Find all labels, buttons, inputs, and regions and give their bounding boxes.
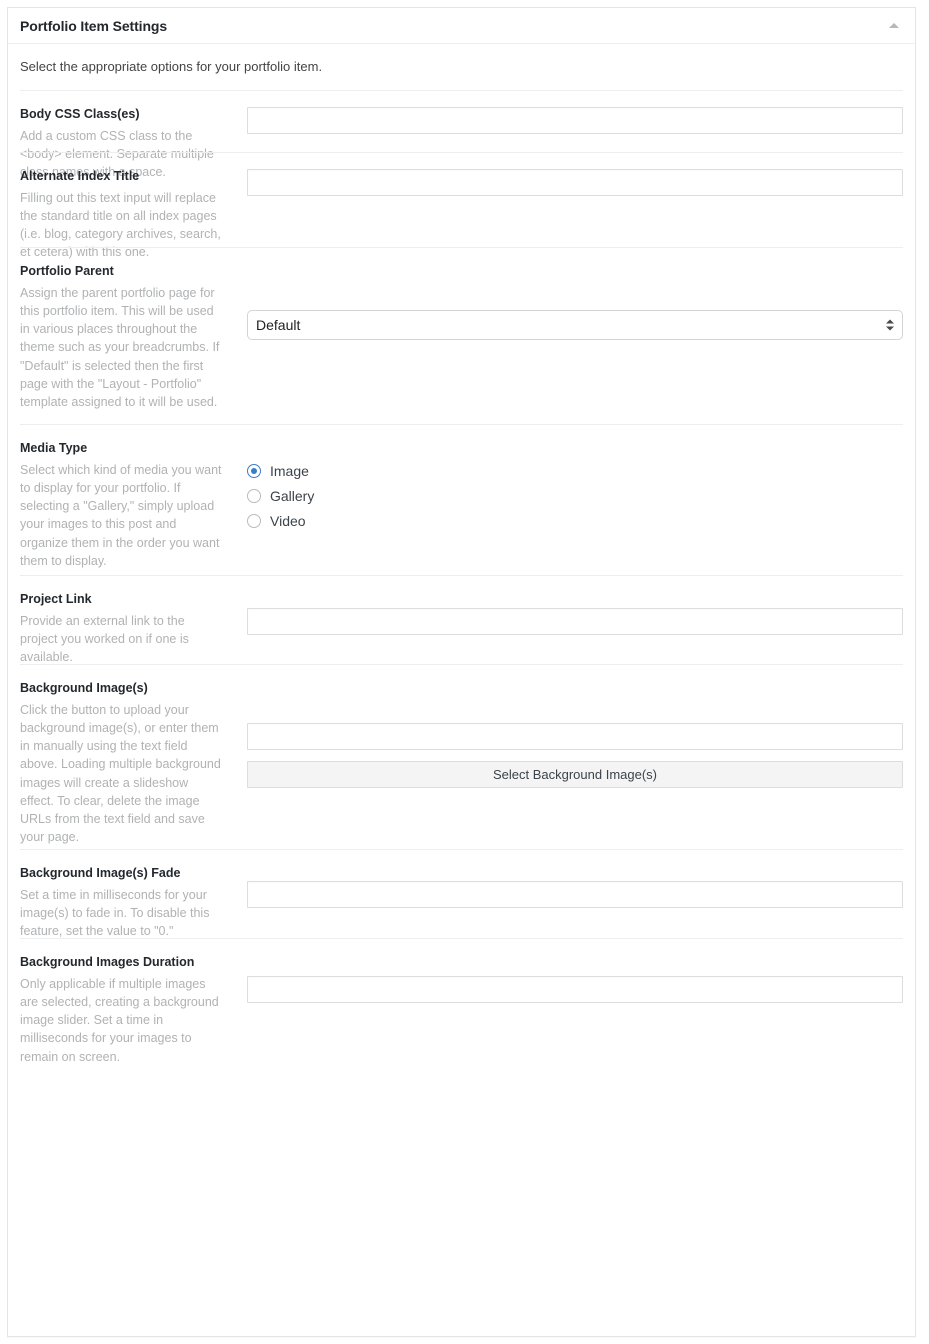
radio-label: Video xyxy=(270,512,306,529)
setting-row-background-images-duration: Background Images Duration Only applicab… xyxy=(20,938,903,1083)
field-title: Background Images Duration xyxy=(20,955,195,969)
row-label: Background Images Duration Only applicab… xyxy=(20,955,225,1066)
background-images-duration-input[interactable] xyxy=(247,976,903,1003)
radio-option-image[interactable]: Image xyxy=(247,458,903,483)
settings-rows: Body CSS Class(es) Add a custom CSS clas… xyxy=(8,90,915,1083)
radio-unselected-icon xyxy=(247,488,261,503)
row-label: Background Image(s) Click the button to … xyxy=(20,681,225,846)
row-control: Select Background Image(s) xyxy=(247,681,903,849)
setting-row-body-css-class: Body CSS Class(es) Add a custom CSS clas… xyxy=(20,90,903,179)
field-description: Click the button to upload your backgrou… xyxy=(20,703,221,844)
background-images-input[interactable] xyxy=(247,723,903,750)
portfolio-item-settings-panel: Portfolio Item Settings Select the appro… xyxy=(7,7,916,1337)
row-label: Project Link Provide an external link to… xyxy=(20,592,225,666)
media-type-radio-group: Image Gallery Video xyxy=(247,456,903,533)
field-title: Alternate Index Title xyxy=(20,169,140,183)
background-images-fade-input[interactable] xyxy=(247,881,903,908)
radio-label: Image xyxy=(270,462,309,479)
field-title: Body CSS Class(es) xyxy=(20,107,140,121)
row-control xyxy=(247,866,903,938)
row-label: Media Type Select which kind of media yo… xyxy=(20,441,225,570)
field-description: Provide an external link to the project … xyxy=(20,614,189,665)
field-title: Background Image(s) xyxy=(20,681,148,695)
setting-row-background-images-fade: Background Image(s) Fade Set a time in m… xyxy=(20,849,903,938)
body-css-class-input[interactable] xyxy=(247,107,903,134)
radio-selected-icon xyxy=(247,463,261,478)
row-control xyxy=(247,955,903,1083)
panel-intro-text: Select the appropriate options for your … xyxy=(20,59,323,74)
field-description: Select which kind of media you want to d… xyxy=(20,463,222,568)
setting-row-alternate-index-title: Alternate Index Title Filling out this t… xyxy=(20,152,903,259)
panel-header: Portfolio Item Settings xyxy=(8,8,915,44)
field-description: Assign the parent portfolio page for thi… xyxy=(20,286,220,409)
select-background-images-button[interactable]: Select Background Image(s) xyxy=(247,761,903,788)
alternate-index-title-input[interactable] xyxy=(247,169,903,196)
field-description: Set a time in milliseconds for your imag… xyxy=(20,888,210,939)
field-title: Portfolio Parent xyxy=(20,264,114,278)
row-control: Default xyxy=(247,264,903,424)
setting-row-media-type: Media Type Select which kind of media yo… xyxy=(20,424,903,575)
row-control: Image Gallery Video xyxy=(247,441,903,575)
setting-row-project-link: Project Link Provide an external link to… xyxy=(20,575,903,664)
row-label: Portfolio Parent Assign the parent portf… xyxy=(20,264,225,411)
portfolio-parent-select[interactable]: Default xyxy=(247,310,903,340)
row-control xyxy=(247,592,903,664)
field-title: Project Link xyxy=(20,592,92,606)
radio-option-gallery[interactable]: Gallery xyxy=(247,483,903,508)
radio-option-video[interactable]: Video xyxy=(247,508,903,533)
project-link-input[interactable] xyxy=(247,608,903,635)
radio-unselected-icon xyxy=(247,513,261,528)
radio-label: Gallery xyxy=(270,487,315,504)
field-title: Background Image(s) Fade xyxy=(20,866,181,880)
page-title: Portfolio Item Settings xyxy=(20,17,168,34)
caret-up-icon[interactable] xyxy=(883,15,905,37)
row-label: Background Image(s) Fade Set a time in m… xyxy=(20,866,225,940)
field-title: Media Type xyxy=(20,441,88,455)
row-control xyxy=(247,107,903,152)
setting-row-portfolio-parent: Portfolio Parent Assign the parent portf… xyxy=(20,247,903,424)
row-control xyxy=(247,169,903,247)
setting-row-background-images: Background Image(s) Click the button to … xyxy=(20,664,903,849)
caret-up-glyph xyxy=(889,23,899,28)
portfolio-parent-select-wrap: Default xyxy=(247,310,903,340)
field-description: Only applicable if multiple images are s… xyxy=(20,977,219,1064)
